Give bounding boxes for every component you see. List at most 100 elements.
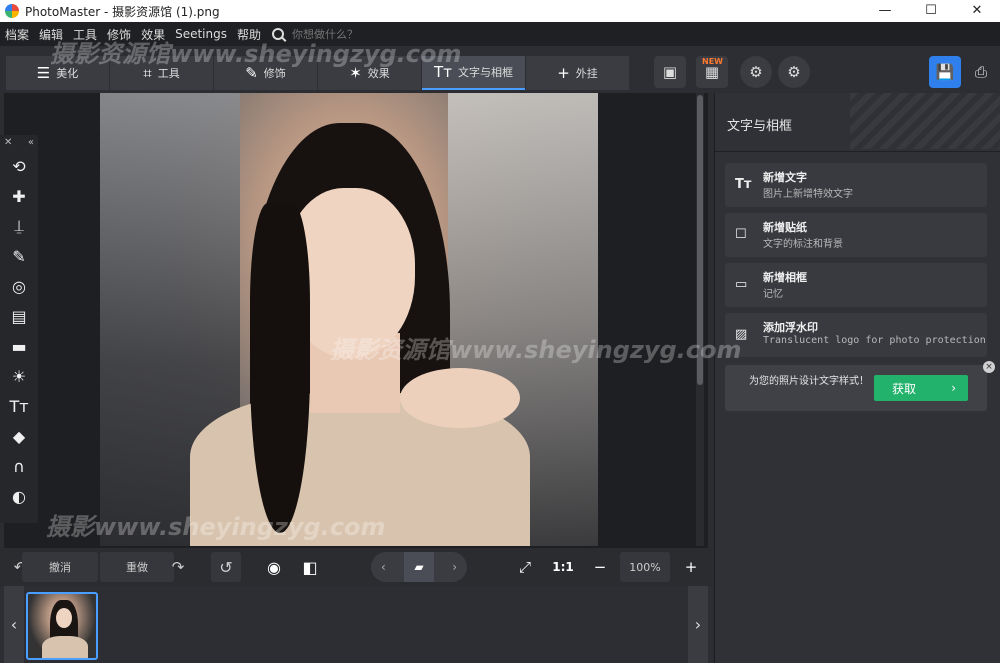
add-sticker-card[interactable]: ☐ 新增贴纸 文字的标注和背景: [725, 213, 987, 257]
menu-retouch[interactable]: 修饰: [102, 26, 136, 43]
thumbnail-face: [56, 608, 72, 628]
redo-button[interactable]: 重做: [100, 552, 174, 582]
next-image-icon[interactable]: ›: [452, 560, 457, 574]
filmstrip: ‹ ›: [0, 586, 712, 663]
panel-header-decoration: [850, 93, 1000, 149]
canvas-vertical-scrollbar[interactable]: [696, 93, 704, 546]
rotate-button[interactable]: ↺: [211, 552, 241, 582]
palette-close-icon[interactable]: ✕: [4, 135, 12, 151]
tab-label: 外挂: [575, 67, 598, 80]
add-watermark-card[interactable]: ▨ 添加浮水印 Translucent logo for photo prote…: [725, 313, 987, 357]
adjust-download-icon: ⚙: [787, 63, 801, 81]
undo-button[interactable]: 撤消: [22, 552, 98, 582]
zoom-out-icon[interactable]: −: [588, 552, 612, 582]
zoom-level-field[interactable]: 100%: [620, 552, 670, 582]
gallery-button[interactable]: ▣: [654, 56, 686, 88]
menu-tools[interactable]: 工具: [68, 26, 102, 43]
chevron-right-icon: ›: [951, 381, 956, 395]
rotate-crop-icon[interactable]: ⟲: [0, 151, 38, 181]
watermark-icon: ▨: [735, 327, 748, 342]
gradient-filter-icon[interactable]: ▤: [0, 301, 38, 331]
tab-enhance[interactable]: ☰ 美化: [6, 56, 109, 90]
healing-bandage-icon[interactable]: ✚: [0, 181, 38, 211]
card-subtitle: 文字的标注和背景: [763, 239, 843, 250]
search-icon[interactable]: [272, 28, 284, 40]
crop-icon: ⌗: [143, 64, 152, 82]
plus-icon: +: [557, 64, 570, 82]
new-badge: NEW: [702, 57, 723, 66]
promo-text: 为您的照片设计文字样式！: [749, 376, 869, 387]
tool-palette: ✕ « ⟲ ✚ ⍊ ✎ ◎ ▤ ▬ ☀ Tт ◆ ∩ ◐: [0, 135, 38, 523]
actual-size-button[interactable]: 1:1: [546, 552, 580, 582]
get-button[interactable]: 获取 ›: [874, 375, 968, 401]
get-button-label: 获取: [892, 381, 917, 396]
zoom-in-icon[interactable]: +: [678, 552, 704, 582]
brush-tool-icon[interactable]: ✎: [0, 241, 38, 271]
print-button[interactable]: ⎙: [965, 56, 997, 88]
add-text-card[interactable]: Tт 新增文字 图片上新增特效文字: [725, 163, 987, 207]
add-preset-button[interactable]: ⚙: [740, 56, 772, 88]
fit-to-screen-icon[interactable]: ⤢: [510, 552, 540, 582]
sliders-icon: ☰: [36, 64, 51, 82]
image-gallery-icon: ▣: [662, 63, 678, 81]
bottom-controls: ↶ 撤消 重做 ↷ ↺ ◉ ◧ ‹ ▰ › ⤢ 1:1 − 100% +: [0, 548, 712, 586]
download-preset-button[interactable]: ⚙: [778, 56, 810, 88]
tab-text-and-frames[interactable]: Tт 文字与相框: [422, 56, 525, 90]
minimize-button[interactable]: —: [862, 0, 908, 22]
promo-close-icon[interactable]: ×: [983, 361, 995, 373]
image-canvas[interactable]: [4, 93, 708, 548]
radial-selection-icon[interactable]: ◎: [0, 271, 38, 301]
vignette-icon[interactable]: ▬: [0, 331, 38, 361]
tab-effects[interactable]: ✶ 效果: [318, 56, 421, 90]
card-title: 新增贴纸: [763, 221, 807, 234]
tab-label: 修饰: [263, 67, 286, 80]
card-subtitle: Translucent logo for photo protection: [763, 335, 986, 346]
window-controls: — ☐ ✕: [862, 0, 1000, 22]
magnet-icon[interactable]: ∩: [0, 451, 38, 481]
edited-photo[interactable]: [100, 93, 598, 546]
sticker-icon: ☐: [735, 227, 747, 242]
panel-title: 文字与相框: [727, 119, 793, 134]
light-icon[interactable]: ☀: [0, 361, 38, 391]
card-title: 新增文字: [763, 171, 807, 184]
open-folder-button[interactable]: ▰: [404, 552, 434, 582]
tab-label: 效果: [367, 67, 390, 80]
tab-plugins[interactable]: + 外挂: [526, 56, 629, 90]
card-subtitle: 记忆: [763, 289, 783, 300]
tab-label: 工具: [157, 67, 180, 80]
previous-image-icon[interactable]: ‹: [381, 560, 386, 574]
mask-icon[interactable]: ◐: [0, 481, 38, 511]
save-button[interactable]: 💾: [929, 56, 961, 88]
window-title: PhotoMaster - 摄影资源馆 (1).png: [25, 4, 220, 19]
tab-bar: ☰ 美化 ⌗ 工具 ✎ 修饰 ✶ 效果 Tт 文字与相框 + 外挂: [6, 56, 630, 90]
brush-icon: ✎: [245, 64, 258, 82]
menu-help[interactable]: 帮助: [232, 26, 266, 43]
filmstrip-right-icon[interactable]: ›: [688, 586, 708, 663]
add-frame-card[interactable]: ▭ 新增相框 记忆: [725, 263, 987, 307]
menu-effects[interactable]: 效果: [136, 26, 170, 43]
menu-settings[interactable]: Seetings: [170, 27, 232, 41]
menu-edit[interactable]: 编辑: [34, 26, 68, 43]
eye-icon[interactable]: ◉: [258, 552, 290, 582]
panel-divider: [715, 151, 1000, 152]
card-subtitle: 图片上新增特效文字: [763, 189, 853, 200]
tab-tools[interactable]: ⌗ 工具: [110, 56, 213, 90]
stamp-icon[interactable]: ⍊: [0, 211, 38, 241]
redo-icon[interactable]: ↷: [164, 552, 192, 582]
search-input[interactable]: [292, 27, 412, 41]
menu-file[interactable]: 档案: [0, 26, 34, 43]
scrollbar-thumb[interactable]: [697, 95, 703, 385]
maximize-button[interactable]: ☐: [908, 0, 954, 22]
text-tool-icon[interactable]: Tт: [0, 391, 38, 421]
palette-collapse-icon[interactable]: «: [28, 135, 34, 151]
close-button[interactable]: ✕: [954, 0, 1000, 22]
tab-retouch[interactable]: ✎ 修饰: [214, 56, 317, 90]
paint-bucket-icon[interactable]: ◆: [0, 421, 38, 451]
promo-banner: 为您的照片设计文字样式！ 获取 › ×: [725, 361, 995, 411]
folder-icon: ▰: [414, 560, 424, 574]
magic-wand-icon: ✶: [349, 64, 362, 82]
compare-icon[interactable]: ◧: [294, 552, 326, 582]
image-thumbnail[interactable]: [26, 592, 98, 660]
print-icon: ⎙: [974, 63, 987, 81]
filmstrip-left-icon[interactable]: ‹: [4, 586, 24, 663]
